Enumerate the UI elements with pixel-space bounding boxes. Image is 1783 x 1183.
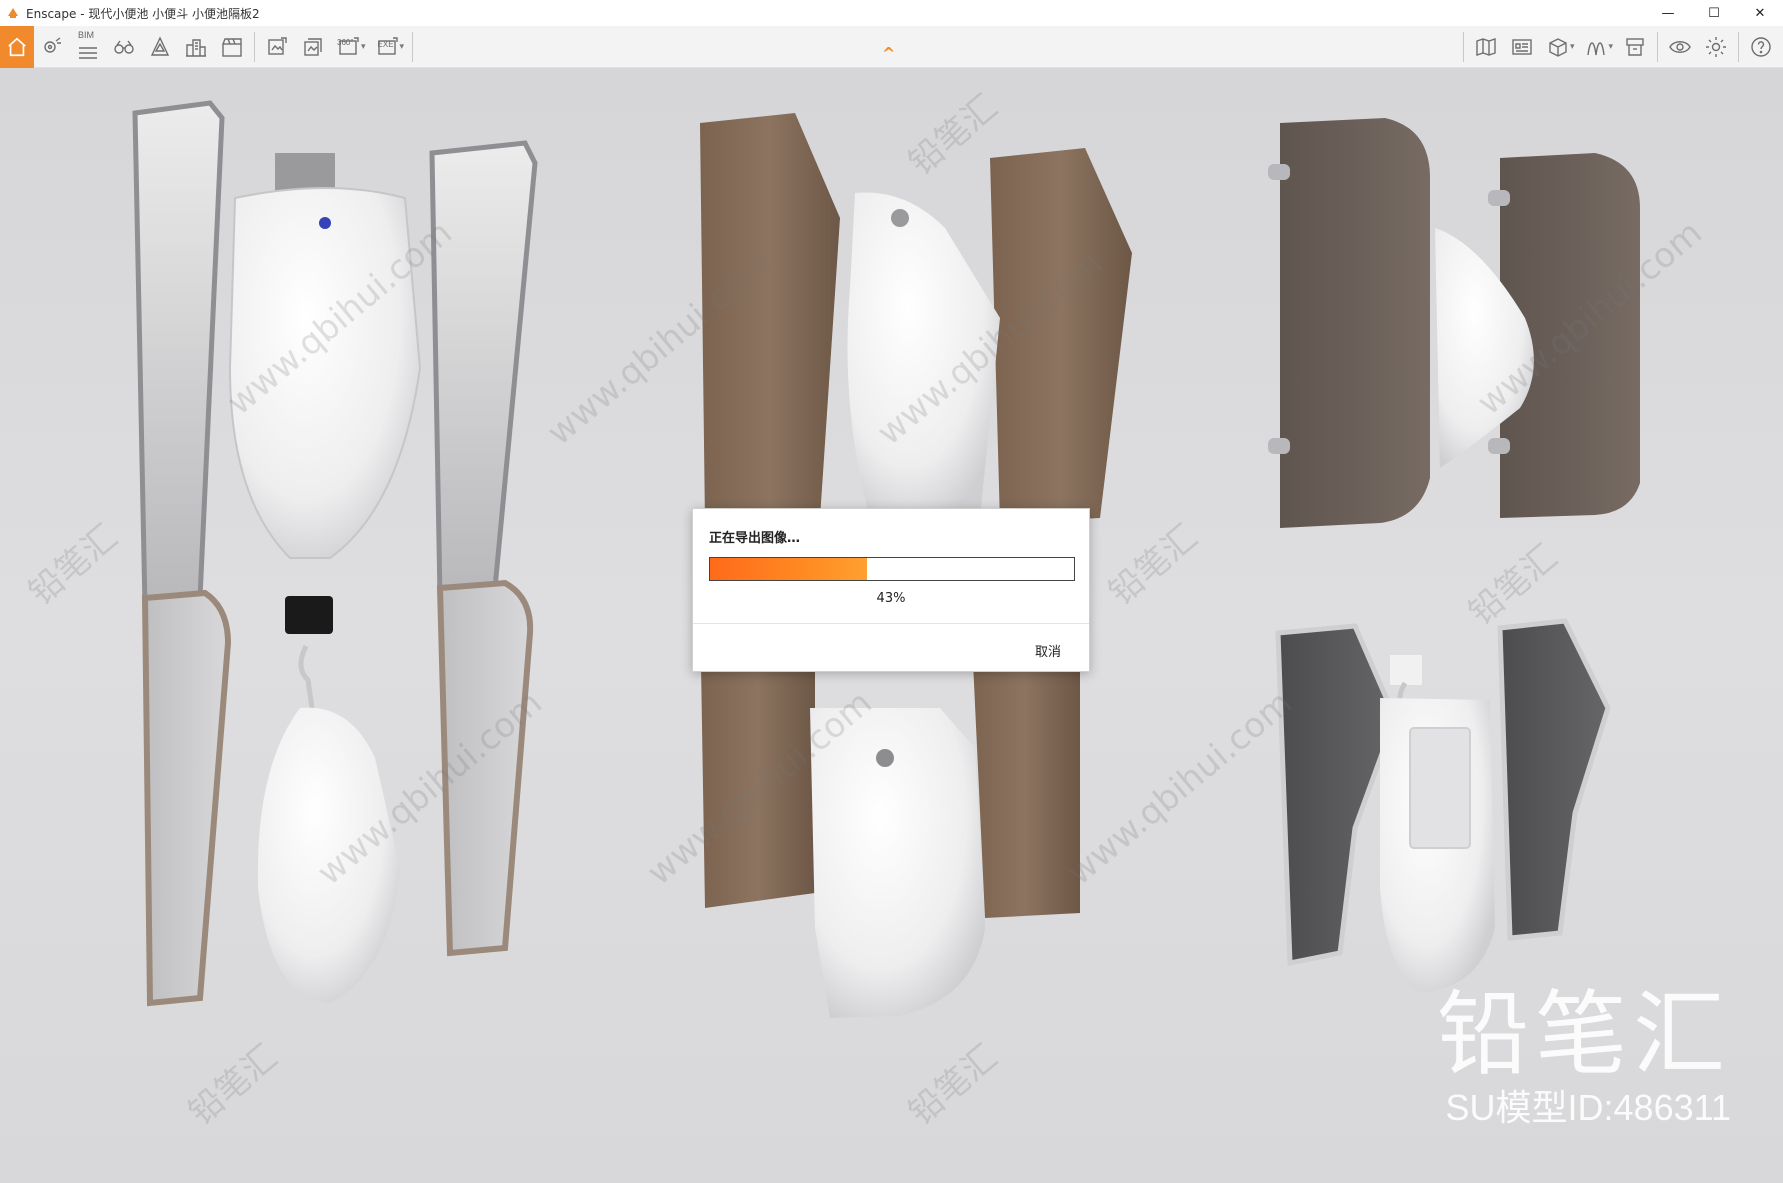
asset-library-icon — [1512, 39, 1532, 55]
export-exe-button[interactable]: EXE — [370, 29, 406, 65]
help-button[interactable] — [1743, 29, 1779, 65]
home-icon — [8, 37, 26, 56]
bell-icon — [150, 35, 170, 56]
buildings-button[interactable] — [178, 29, 214, 65]
title-bar: Enscape - 现代小便池 小便斗 小便池隔板2 — ☐ ✕ — [0, 0, 1783, 26]
exe-label: EXE — [377, 39, 394, 49]
binoculars-icon — [114, 40, 134, 54]
cube-view-button[interactable] — [1540, 29, 1576, 65]
video-button[interactable] — [214, 29, 250, 65]
toolbar-separator — [412, 31, 414, 62]
dialog-title: 正在导出图像… — [709, 531, 801, 546]
views-button[interactable] — [106, 29, 142, 65]
home-button[interactable] — [0, 25, 34, 68]
toolbar-separator — [1657, 32, 1658, 62]
progress-percent: 43% — [876, 591, 906, 606]
cube-view-icon — [1549, 38, 1567, 57]
enscape-logo-icon — [8, 8, 18, 18]
help-icon — [1751, 37, 1771, 57]
bim-list-icon — [79, 46, 97, 59]
panorama-label: 360° — [337, 37, 354, 47]
video-clapper-icon — [222, 37, 242, 57]
enscape-window: Enscape - 现代小便池 小便斗 小便池隔板2 — ☐ ✕ BIM 360… — [0, 0, 1783, 1183]
export-batch-button[interactable] — [295, 29, 331, 65]
dialog-divider — [693, 623, 1089, 624]
location-pin-icon — [44, 36, 61, 53]
settings-button[interactable] — [1698, 29, 1734, 65]
buildings-icon — [186, 38, 206, 57]
map-icon — [1476, 38, 1496, 56]
location-button[interactable] — [34, 29, 70, 65]
toolbar-separator — [254, 31, 255, 62]
bim-label: BIM — [78, 29, 95, 40]
asset-library-button[interactable] — [1504, 29, 1540, 65]
visibility-button[interactable] — [1662, 29, 1698, 65]
curve-tool-button[interactable] — [1578, 29, 1614, 65]
toolbar-separator — [1462, 32, 1464, 62]
export-progress-bar — [709, 557, 1075, 581]
progress-fill — [710, 558, 867, 580]
minimize-button[interactable]: — — [1645, 0, 1691, 26]
archive-button[interactable] — [1617, 29, 1653, 65]
visibility-icon — [1669, 41, 1691, 53]
window-title: Enscape - 现代小便池 小便斗 小便池隔板2 — [26, 6, 260, 21]
map-button[interactable] — [1468, 29, 1504, 65]
archive-icon — [1626, 38, 1644, 56]
close-button[interactable]: ✕ — [1737, 0, 1783, 26]
export-progress-dialog: 正在导出图像… 43% 取消 — [692, 508, 1090, 672]
export-image-button[interactable] — [259, 29, 295, 65]
toolbar-right-group: ▾ ▾ — [1459, 26, 1779, 68]
maximize-button[interactable]: ☐ — [1691, 0, 1737, 26]
curve-tool-icon — [1587, 42, 1606, 56]
export-panorama-button[interactable]: 360° — [331, 29, 367, 65]
cancel-button[interactable]: 取消 — [1035, 641, 1061, 660]
collapse-toolbar-button[interactable]: ^ — [882, 44, 895, 63]
atmosphere-button[interactable] — [142, 29, 178, 65]
bim-button[interactable]: BIM — [70, 29, 106, 65]
export-image-icon — [268, 36, 287, 55]
window-controls: — ☐ ✕ — [1645, 0, 1783, 26]
toolbar-separator — [1738, 32, 1739, 62]
export-batch-icon — [304, 37, 322, 56]
settings-icon — [1706, 37, 1726, 57]
model-id-watermark: SU模型ID:486311 — [1445, 1087, 1731, 1128]
brand-watermark: 铅笔汇 — [1436, 981, 1731, 1088]
